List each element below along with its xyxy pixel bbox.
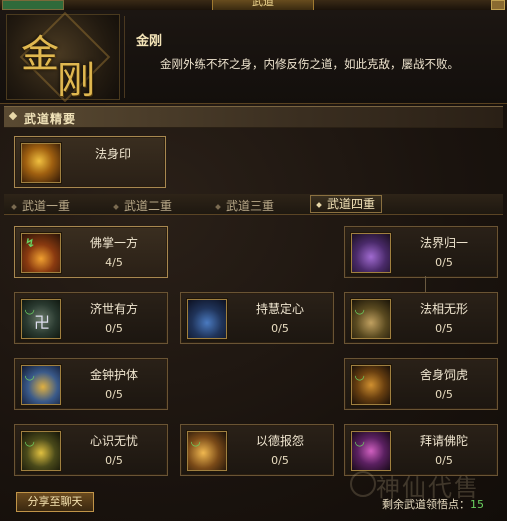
skill-count: 0/5 <box>435 454 453 467</box>
virtue-icon: ◡ <box>187 431 227 471</box>
diamond-icon <box>215 203 221 210</box>
skill-count: 4/5 <box>105 256 123 269</box>
skill-name: 心识无忧 <box>89 434 138 448</box>
skill-name: 金钟护体 <box>89 368 138 382</box>
tier-tab-bar: 武道一重 武道二重 武道三重 武道四重 <box>4 194 503 215</box>
skill-card[interactable]: ◡ 舍身饲虎 0/5 <box>344 358 498 410</box>
header-divider <box>124 16 125 98</box>
skill-count: 0/5 <box>435 388 453 401</box>
skill-name: 济世有方 <box>89 302 138 316</box>
skill-count: 0/5 <box>105 322 123 335</box>
remaining-points: 剩余武道领悟点：15 <box>382 496 484 512</box>
skill-name: 拜请佛陀 <box>419 434 468 448</box>
skill-count: 0/5 <box>435 256 453 269</box>
skill-card[interactable]: ◡ 卍 济世有方 0/5 <box>14 292 168 344</box>
section-title: 武道精要 <box>24 112 77 126</box>
skill-header: 金 刚 金刚 金刚外练不坏之身，内修反伤之道，如此克敌，屡战不败。 <box>0 10 507 104</box>
tiger-icon: ◡ <box>351 365 391 405</box>
mind-icon: ◡ <box>21 431 61 471</box>
diamond-icon <box>113 203 119 210</box>
skill-name: 持慧定心 <box>255 302 304 316</box>
bell-icon: ◡ <box>21 365 61 405</box>
watermark-logo-icon <box>350 471 376 497</box>
skill-count: 0/5 <box>105 388 123 401</box>
form-icon: ◡ <box>351 299 391 339</box>
skill-name: 舍身饲虎 <box>419 368 468 382</box>
share-to-chat-button[interactable]: 分享至聊天 <box>16 492 94 512</box>
skill-count: 0/5 <box>435 322 453 335</box>
essence-skill-card[interactable]: 法身印 <box>14 136 166 188</box>
skill-name: 法界归一 <box>419 236 468 250</box>
remaining-points-value: 15 <box>470 498 484 511</box>
diamond-icon <box>316 201 322 208</box>
emblem-char-1: 金 <box>21 32 60 76</box>
tab-label: 武道一重 <box>22 199 71 213</box>
skill-card[interactable]: ◡ 法相无形 0/5 <box>344 292 498 344</box>
wudao-panel: 武道 金 刚 金刚 金刚外练不坏之身，内修反伤之道，如此克敌，屡战不败。 武道精… <box>0 0 507 521</box>
skill-card[interactable]: ◡ 以德报怨 0/5 <box>180 424 334 476</box>
skill-card[interactable]: 法界归一 0/5 <box>344 226 498 278</box>
tab-label: 武道三重 <box>226 199 275 213</box>
skill-card[interactable]: ◡ 金钟护体 0/5 <box>14 358 168 410</box>
tab-label: 武道四重 <box>327 197 376 211</box>
skill-card[interactable]: 持慧定心 0/5 <box>180 292 334 344</box>
palm-icon: ↯ <box>21 233 61 273</box>
title-bar-left-widget[interactable] <box>2 0 64 10</box>
seal-icon <box>21 143 61 183</box>
skill-card[interactable]: ◡ 心识无忧 0/5 <box>14 424 168 476</box>
essence-skill-name: 法身印 <box>94 147 131 161</box>
emblem-char-2: 刚 <box>57 58 96 102</box>
close-icon[interactable] <box>491 0 505 10</box>
skill-emblem-icon: 金 刚 <box>6 11 120 103</box>
wisdom-icon <box>187 299 227 339</box>
tab-tier-4[interactable]: 武道四重 <box>310 195 383 213</box>
skill-count: 0/5 <box>271 454 289 467</box>
tab-tier-2[interactable]: 武道二重 <box>113 197 173 214</box>
section-header: 武道精要 <box>4 106 503 128</box>
diamond-icon <box>8 111 18 121</box>
skill-count: 0/5 <box>271 322 289 335</box>
remaining-points-label: 剩余武道领悟点： <box>382 498 470 511</box>
tab-tier-1[interactable]: 武道一重 <box>11 197 71 214</box>
skill-name: 以德报怨 <box>255 434 304 448</box>
buddha-icon: ◡ <box>351 431 391 471</box>
realm-icon <box>351 233 391 273</box>
diamond-icon <box>11 203 17 210</box>
tab-tier-3[interactable]: 武道三重 <box>215 197 275 214</box>
skill-name: 佛掌一方 <box>89 236 138 250</box>
skill-title: 金刚 <box>136 34 163 49</box>
swastika-icon: ◡ 卍 <box>21 299 61 339</box>
skill-connector <box>425 276 426 292</box>
skill-count: 0/5 <box>105 454 123 467</box>
skill-description: 金刚外练不坏之身，内修反伤之道，如此克敌，屡战不败。 <box>160 57 459 71</box>
skill-name: 法相无形 <box>419 302 468 316</box>
tab-label: 武道二重 <box>124 199 173 213</box>
skill-card[interactable]: ↯ 佛掌一方 4/5 <box>14 226 168 278</box>
